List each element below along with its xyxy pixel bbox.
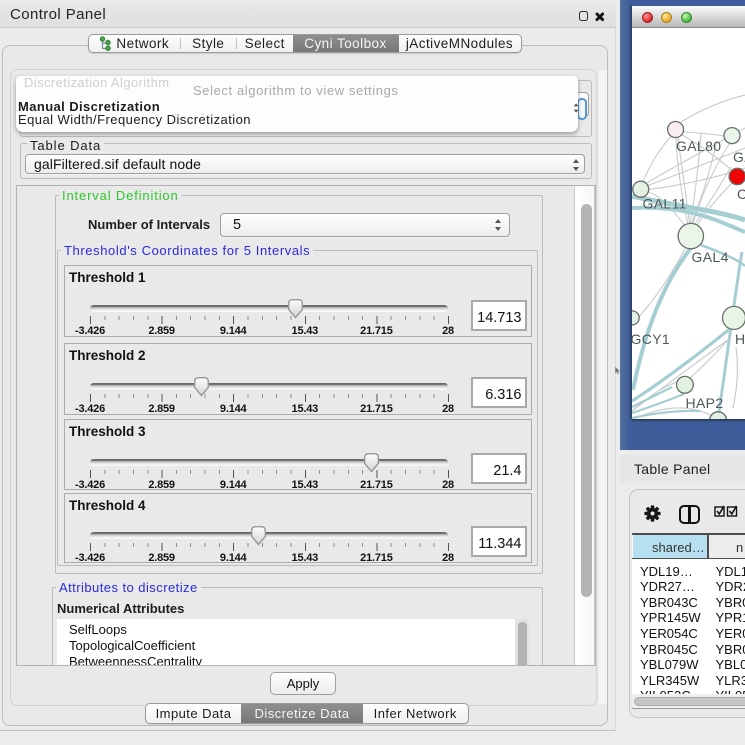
svg-text:HAP2: HAP2 [686, 395, 724, 411]
svg-text:HAP4: HAP4 [735, 331, 745, 347]
svg-text:GAL11: GAL11 [643, 196, 687, 212]
svg-text:GAL4: GAL4 [692, 249, 729, 265]
svg-text:GCY1: GCY1 [632, 331, 670, 347]
svg-text:GAL80: GAL80 [676, 138, 721, 154]
svg-text:CY: CY [737, 186, 745, 202]
svg-text:GAL3: GAL3 [733, 149, 745, 165]
